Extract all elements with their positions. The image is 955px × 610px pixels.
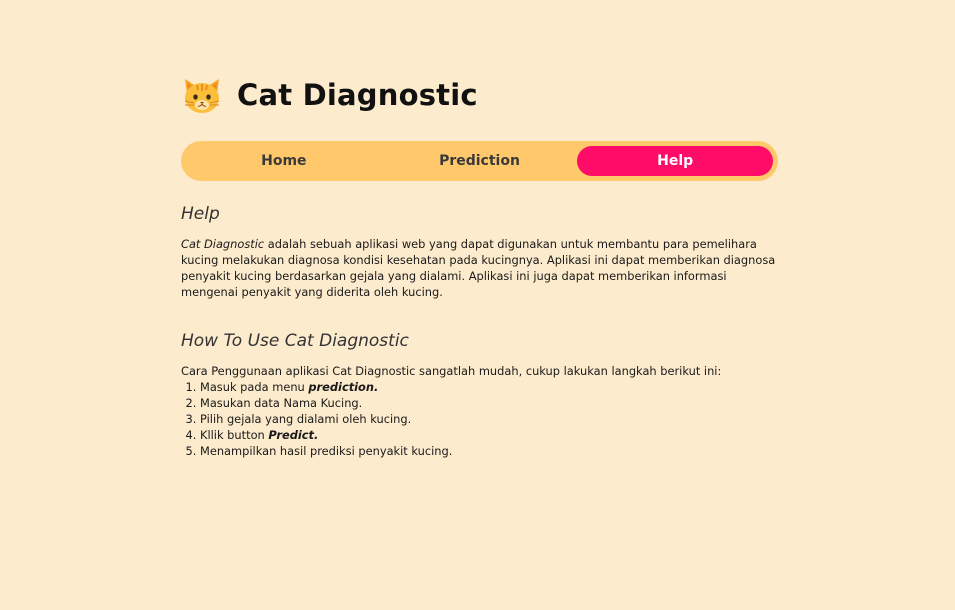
howto-steps-list: Masuk pada menu prediction. Masukan data… bbox=[181, 379, 778, 459]
step-text: Kllik button bbox=[200, 428, 269, 442]
tab-prediction[interactable]: Prediction bbox=[382, 146, 578, 176]
step-text: Masukan data Nama Kucing. bbox=[200, 396, 363, 410]
main-container: Cat Diagnostic Home Prediction Help Help… bbox=[181, 72, 778, 459]
list-item: Menampilkan hasil prediksi penyakit kuci… bbox=[200, 443, 778, 459]
cat-face-icon bbox=[184, 79, 220, 113]
step-text: Pilih gejala yang dialami oleh kucing. bbox=[200, 412, 412, 426]
howto-heading: How To Use Cat Diagnostic bbox=[181, 331, 409, 351]
nav-bar: Home Prediction Help bbox=[181, 141, 778, 181]
list-item: Masuk pada menu prediction. bbox=[200, 379, 778, 395]
app-name-italic: Cat Diagnostic bbox=[181, 237, 265, 251]
list-item: Pilih gejala yang dialami oleh kucing. bbox=[200, 411, 778, 427]
list-item: Kllik button Predict. bbox=[200, 427, 778, 443]
help-heading: Help bbox=[181, 204, 220, 224]
step-text: Masuk pada menu bbox=[200, 380, 309, 394]
tab-home[interactable]: Home bbox=[186, 146, 382, 176]
app-header: Cat Diagnostic bbox=[181, 72, 778, 118]
app-title: Cat Diagnostic bbox=[237, 78, 478, 112]
howto-intro: Cara Penggunaan aplikasi Cat Diagnostic … bbox=[181, 364, 722, 378]
tab-help[interactable]: Help bbox=[577, 146, 774, 176]
help-description: Cat Diagnostic adalah sebuah aplikasi we… bbox=[181, 236, 778, 300]
help-description-text: adalah sebuah aplikasi web yang dapat di… bbox=[181, 237, 776, 299]
step-emphasis: Predict. bbox=[268, 428, 319, 442]
step-text: Menampilkan hasil prediksi penyakit kuci… bbox=[200, 444, 453, 458]
list-item: Masukan data Nama Kucing. bbox=[200, 395, 778, 411]
step-emphasis: prediction. bbox=[308, 380, 379, 394]
